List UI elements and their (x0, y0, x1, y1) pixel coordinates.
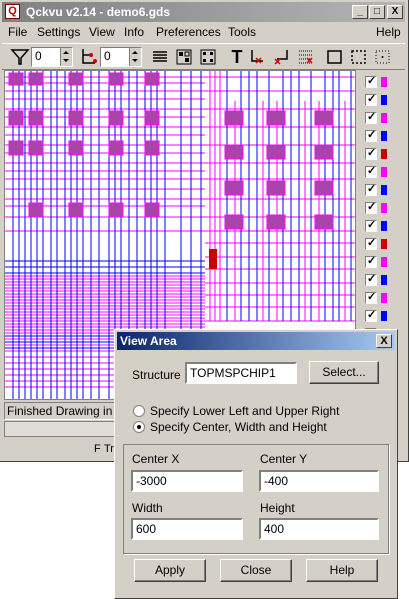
center-y-field[interactable]: -400 (259, 470, 379, 492)
menu-settings[interactable]: Settings (37, 25, 80, 39)
app-icon: Q (5, 4, 20, 19)
radio-lower-left[interactable] (133, 405, 145, 417)
layer-color-swatch (381, 221, 387, 231)
layer-visibility-checkbox[interactable] (365, 74, 377, 88)
filter-icon[interactable] (10, 47, 30, 67)
layer-color-swatch (381, 203, 387, 213)
layer-row[interactable] (365, 182, 387, 197)
apply-button[interactable]: Apply (134, 559, 206, 582)
menu-tools[interactable]: Tools (228, 25, 256, 39)
menu-info[interactable]: Info (124, 25, 144, 39)
center-x-field[interactable]: -3000 (131, 470, 243, 492)
layer-row[interactable] (365, 200, 387, 215)
width-field[interactable]: 600 (131, 518, 243, 540)
layer-visibility-checkbox[interactable] (365, 146, 377, 160)
layer-color-swatch (381, 113, 387, 123)
layer-color-swatch (381, 95, 387, 105)
layer-color-swatch (381, 149, 387, 159)
height-field[interactable]: 400 (259, 518, 379, 540)
layer-visibility-checkbox[interactable] (365, 308, 377, 322)
layer-row[interactable] (365, 164, 387, 179)
ruler-clear-icon[interactable] (248, 47, 268, 67)
ruler-icon[interactable] (272, 47, 292, 67)
grid-dots-icon[interactable] (373, 47, 393, 67)
layer-color-swatch (381, 131, 387, 141)
layer-visibility-checkbox[interactable] (365, 200, 377, 214)
layer-color-swatch (381, 239, 387, 249)
level-max-stepper[interactable]: 0 (100, 47, 142, 67)
menu-file[interactable]: File (8, 25, 27, 39)
layer-color-swatch (381, 257, 387, 267)
radio-lower-left-label: Specify Lower Left and Upper Right (150, 404, 340, 418)
layer-color-swatch (381, 275, 387, 285)
structure-field[interactable]: TOPMSPCHIP1 (185, 362, 297, 384)
layer-visibility-checkbox[interactable] (365, 164, 377, 178)
layer-row[interactable] (365, 254, 387, 269)
radio-center[interactable] (133, 421, 145, 433)
select-button[interactable]: Select... (309, 361, 379, 384)
width-label: Width (132, 501, 163, 515)
layer-visibility-checkbox[interactable] (365, 218, 377, 232)
layer-visibility-checkbox[interactable] (365, 290, 377, 304)
title-bar: Q Qckvu v2.14 - demo6.gds _ □ X (2, 2, 405, 22)
maximize-button[interactable]: □ (369, 5, 385, 19)
box-select-icon[interactable] (325, 47, 345, 67)
layer-visibility-checkbox[interactable] (365, 272, 377, 286)
window-title: Qckvu v2.14 - demo6.gds (26, 5, 171, 19)
menu-help[interactable]: Help (376, 25, 401, 39)
radio-center-label: Specify Center, Width and Height (150, 420, 327, 434)
layer-visibility-checkbox[interactable] (365, 182, 377, 196)
close-window-button[interactable]: X (387, 5, 403, 19)
menu-view[interactable]: View (89, 25, 115, 39)
level-min-stepper[interactable]: 0 (31, 47, 73, 67)
cell-grid-icon[interactable] (174, 47, 194, 67)
layer-row[interactable] (365, 110, 387, 125)
center-x-label: Center X (132, 452, 180, 466)
layer-row[interactable] (365, 290, 387, 305)
layer-row[interactable] (365, 146, 387, 161)
layer-row[interactable] (365, 92, 387, 107)
layer-row[interactable] (365, 218, 387, 233)
layer-row[interactable] (365, 308, 387, 323)
dotted-select-icon[interactable] (349, 47, 369, 67)
pattern-icon[interactable] (198, 47, 218, 67)
close-button[interactable]: Close (220, 559, 292, 582)
hierarchy-icon[interactable] (79, 47, 99, 67)
layer-visibility-checkbox[interactable] (365, 110, 377, 124)
height-label: Height (260, 501, 295, 515)
dialog-title: View Area (120, 334, 177, 348)
toolbar: 0 0 T (2, 43, 405, 70)
layer-row[interactable] (365, 272, 387, 287)
layer-row[interactable] (365, 236, 387, 251)
help-button[interactable]: Help (306, 559, 378, 582)
status-field-1: F (94, 443, 101, 455)
level-max-value: 0 (104, 49, 111, 63)
layer-color-swatch (381, 293, 387, 303)
layer-visibility-checkbox[interactable] (365, 236, 377, 250)
center-y-label: Center Y (260, 452, 308, 466)
layer-color-swatch (381, 185, 387, 195)
level-min-value: 0 (35, 49, 42, 63)
structure-label: Structure (132, 368, 181, 382)
menu-preferences[interactable]: Preferences (156, 25, 221, 39)
layer-row[interactable] (365, 128, 387, 143)
status-field-2: Tr (104, 443, 114, 455)
layer-visibility-checkbox[interactable] (365, 128, 377, 142)
dialog-close-icon[interactable]: X (376, 334, 392, 348)
layer-color-swatch (381, 311, 387, 321)
clear-grid-icon[interactable] (296, 47, 316, 67)
layer-color-swatch (381, 77, 387, 87)
layer-row[interactable] (365, 74, 387, 89)
menu-bar: File Settings View Info Preferences Tool… (2, 23, 405, 41)
minimize-button[interactable]: _ (352, 5, 368, 19)
layer-color-swatch (381, 167, 387, 177)
text-tool-icon[interactable]: T (228, 47, 246, 67)
dialog-title-bar: View Area X (117, 332, 395, 350)
view-area-dialog: View Area X Structure TOPMSPCHIP1 Select… (114, 329, 398, 599)
layers-stack-icon[interactable] (150, 47, 170, 67)
layer-visibility-checkbox[interactable] (365, 92, 377, 106)
layer-visibility-checkbox[interactable] (365, 254, 377, 268)
